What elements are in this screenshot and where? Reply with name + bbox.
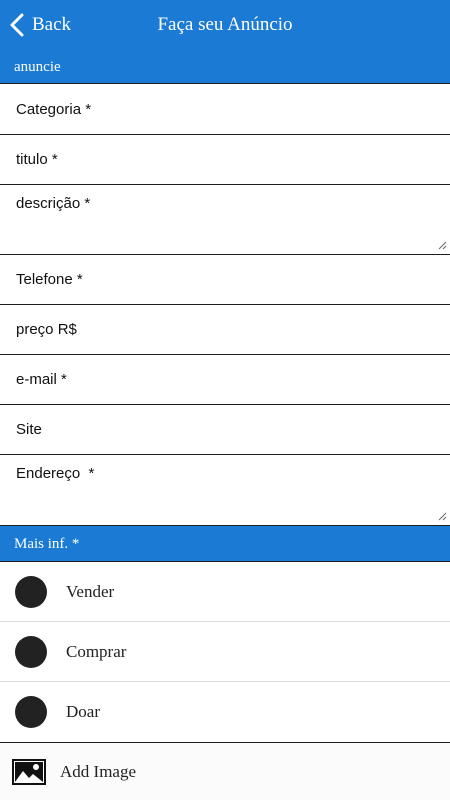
telefone-field-row — [0, 255, 450, 305]
categoria-field-row — [0, 85, 450, 135]
back-button[interactable]: Back — [6, 0, 71, 50]
resize-grip-icon[interactable] — [438, 241, 447, 250]
email-input[interactable] — [0, 355, 450, 404]
top-bar: Back Faça seu Anúncio — [0, 0, 450, 50]
endereco-textarea[interactable] — [0, 455, 450, 525]
preco-input[interactable] — [0, 305, 450, 354]
radio-button-icon[interactable] — [15, 635, 47, 668]
option-label: Doar — [66, 702, 100, 721]
radio-button-icon[interactable] — [15, 696, 47, 728]
add-image-label: Add Image — [60, 761, 137, 781]
option-comprar[interactable]: Comprar — [0, 622, 450, 682]
titulo-field-row — [0, 135, 450, 185]
section-header-mais-inf: Mais inf. * — [0, 525, 450, 562]
image-icon — [12, 758, 46, 785]
option-doar[interactable]: Doar — [0, 682, 450, 742]
descricao-textarea[interactable] — [0, 185, 450, 254]
section-header-anuncie: anuncie — [0, 50, 450, 84]
telefone-input[interactable] — [0, 255, 450, 304]
option-label: Comprar — [66, 641, 127, 661]
option-vender[interactable]: Vender — [0, 562, 450, 622]
resize-grip-icon[interactable] — [438, 512, 447, 521]
descricao-field-row — [0, 185, 450, 255]
back-label: Back — [32, 14, 72, 35]
chevron-left-icon — [6, 0, 28, 50]
email-field-row — [0, 355, 450, 405]
option-label: Vender — [66, 581, 115, 601]
radio-button-icon[interactable] — [15, 575, 47, 608]
site-input[interactable] — [0, 405, 450, 454]
endereco-field-row — [0, 455, 450, 525]
site-field-row — [0, 405, 450, 455]
preco-field-row — [0, 305, 450, 355]
titulo-input[interactable] — [0, 135, 450, 184]
add-image-button[interactable]: Add Image — [0, 742, 450, 800]
categoria-input[interactable] — [0, 85, 450, 134]
